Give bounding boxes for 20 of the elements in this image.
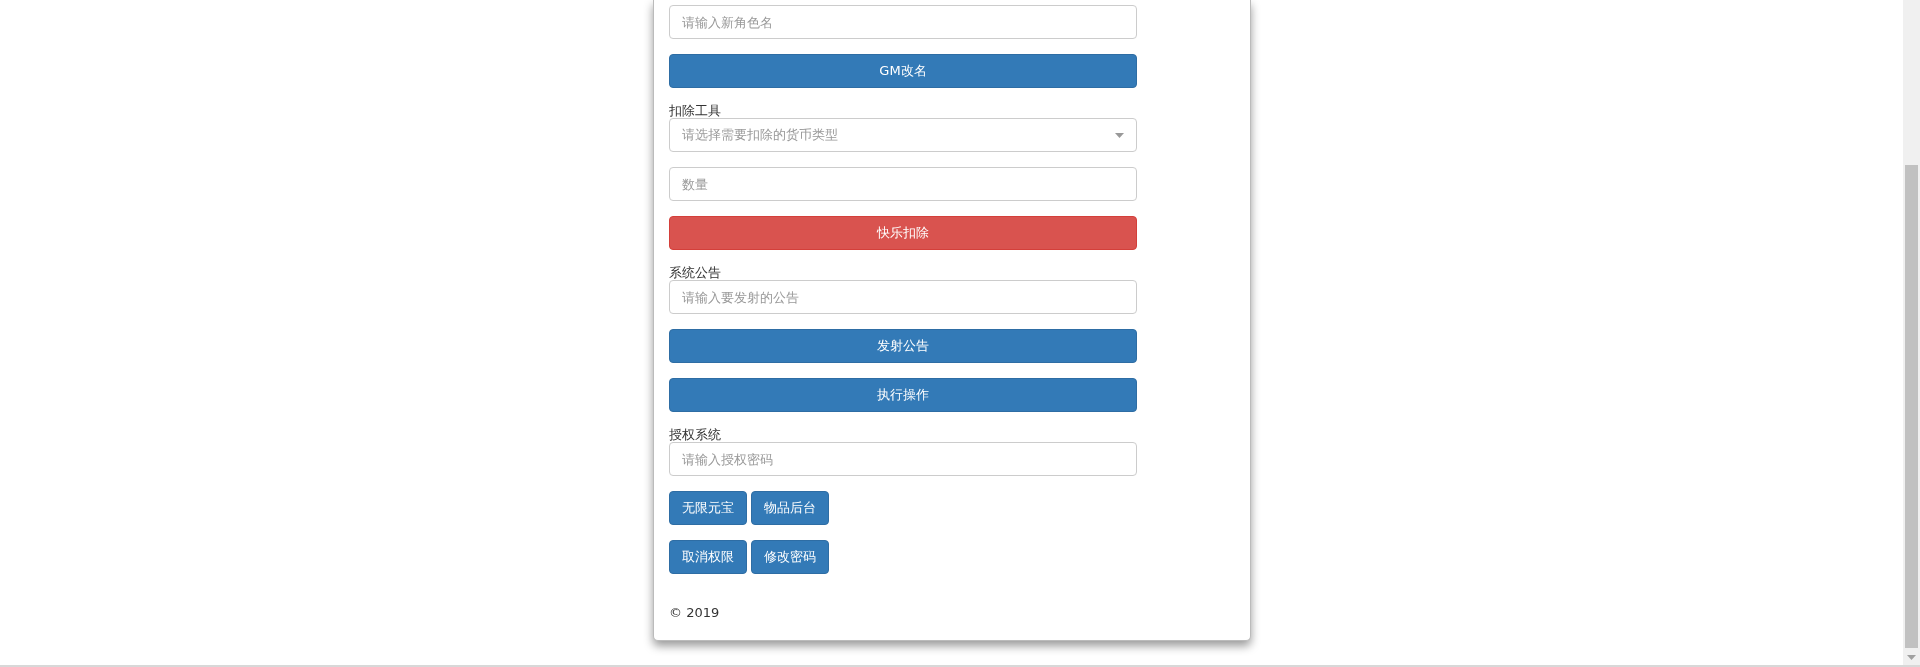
scrollbar[interactable]: [1903, 0, 1920, 665]
action-button[interactable]: GM改名: [669, 54, 1137, 88]
caret-icon: [1115, 132, 1124, 138]
scroll-down-icon[interactable]: [1907, 655, 1916, 660]
text-field[interactable]: 请输入新角色名: [669, 5, 1137, 39]
text-field[interactable]: 请输入授权密码: [669, 442, 1137, 476]
section-label: 授权系统: [669, 427, 722, 442]
action-button[interactable]: 执行操作: [669, 378, 1137, 412]
copyright-text: © 2019: [669, 605, 721, 620]
action-button[interactable]: 取消权限: [669, 540, 747, 574]
action-button[interactable]: 发射公告: [669, 329, 1137, 363]
action-button[interactable]: 修改密码: [751, 540, 829, 574]
section-label: 扣除工具: [669, 103, 722, 118]
select-field[interactable]: 请选择需要扣除的货币类型: [669, 118, 1137, 152]
action-button[interactable]: 无限元宝: [669, 491, 747, 525]
text-field[interactable]: 数量: [669, 167, 1137, 201]
section-label: 系统公告: [669, 265, 722, 280]
action-button[interactable]: 物品后台: [751, 491, 829, 525]
text-field[interactable]: 请输入要发射的公告: [669, 280, 1137, 314]
action-button[interactable]: 快乐扣除: [669, 216, 1137, 250]
